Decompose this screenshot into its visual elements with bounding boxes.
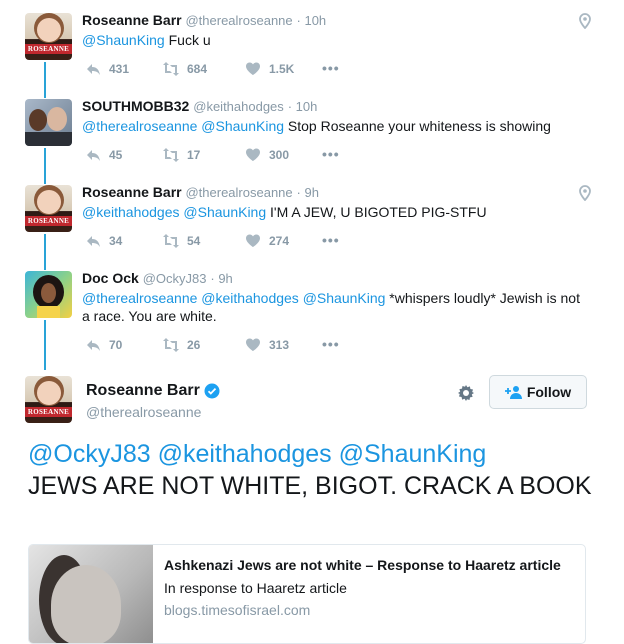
like-button[interactable]: 1.5K [245,61,294,77]
reply-button[interactable]: 34 [85,233,122,249]
heart-icon [246,234,260,247]
mention-link[interactable]: @ShaunKing [201,118,284,134]
reply-button[interactable]: 45 [85,147,122,163]
heart-icon [246,148,260,161]
mention-link[interactable]: @keithahodges [82,204,180,220]
mention-link[interactable]: @ShaunKing [303,290,386,306]
reply-button[interactable]: 431 [85,61,129,77]
avatar[interactable]: ROSEANNE [25,13,72,60]
author-handle[interactable]: @OckyJ83 [143,271,207,286]
retweet-button[interactable]: 54 [163,233,200,249]
card-domain: blogs.timesofisrael.com [164,602,311,618]
timestamp[interactable]: · 10h [297,13,327,28]
retweet-icon [163,234,179,248]
avatar-logo-text: ROSEANNE [25,407,72,417]
mention-link[interactable]: @ShaunKing [82,32,165,48]
timestamp[interactable]: · 9h [297,185,319,200]
link-card[interactable]: Ashkenazi Jews are not white – Response … [28,544,586,644]
avatar[interactable] [25,99,72,146]
card-thumbnail [29,545,153,643]
timestamp[interactable]: · 10h [288,99,318,114]
retweet-icon [163,62,179,76]
tweet-text: @therealroseanne @ShaunKing Stop Roseann… [82,118,551,134]
reply-icon [87,340,100,351]
more-options-icon[interactable]: ••• [322,61,340,75]
more-options-icon[interactable]: ••• [322,337,340,351]
card-title: Ashkenazi Jews are not white – Response … [164,557,561,573]
verified-badge-icon [204,383,220,399]
avatar[interactable] [25,271,72,318]
tweet-text: @keithahodges @ShaunKing I'M A JEW, U BI… [82,204,487,220]
author-name[interactable]: Roseanne Barr [82,184,182,200]
like-button[interactable]: 274 [245,233,289,249]
tweet-text: @OckyJ83 @keithahodges @ShaunKing JEWS A… [28,440,592,500]
more-options-icon[interactable]: ••• [322,147,340,161]
avatar-logo-text: ROSEANNE [25,44,72,54]
mention-links[interactable]: @OckyJ83 @keithahodges @ShaunKing [28,440,486,468]
author-handle[interactable]: @therealroseanne [86,404,201,420]
follow-button[interactable]: Follow [489,375,587,409]
heart-icon [246,338,260,351]
author-name[interactable]: SOUTHMOBB32 [82,98,189,114]
author-name[interactable]: Doc Ock [82,270,139,286]
avatar[interactable]: ROSEANNE [25,376,72,423]
tweet[interactable]: SOUTHMOBB32 @keithahodges · 10h @thereal… [0,86,624,176]
tweet[interactable]: ROSEANNE Roseanne Barr @therealroseanne … [0,172,624,262]
add-user-icon [504,386,522,399]
retweet-button[interactable]: 26 [163,337,200,353]
avatar-logo-text: ROSEANNE [25,216,72,226]
like-button[interactable]: 300 [245,147,289,163]
reply-button[interactable]: 70 [85,337,122,353]
timestamp[interactable]: · 9h [210,271,232,286]
card-description: In response to Haaretz article [164,580,347,596]
mention-link[interactable]: @therealroseanne [82,118,197,134]
tweet-text: @ShaunKing Fuck u [82,32,211,48]
location-pin-icon [579,185,591,201]
more-options-icon[interactable]: ••• [322,233,340,247]
author-handle[interactable]: @therealroseanne [185,185,292,200]
gear-icon[interactable] [456,383,476,403]
tweet[interactable]: ROSEANNE Roseanne Barr @therealroseanne … [0,0,624,90]
reply-icon [87,64,100,75]
tweet-text: @therealroseanne @keithahodges @ShaunKin… [82,290,580,324]
reply-icon [87,150,100,161]
retweet-button[interactable]: 684 [163,61,207,77]
author-name[interactable]: Roseanne Barr [82,12,182,28]
author-handle[interactable]: @therealroseanne [185,13,292,28]
mention-link[interactable]: @keithahodges [201,290,299,306]
location-pin-icon [579,13,591,29]
avatar[interactable]: ROSEANNE [25,185,72,232]
retweet-icon [163,338,179,352]
author-handle[interactable]: @keithahodges [193,99,284,114]
like-button[interactable]: 313 [245,337,289,353]
reply-icon [87,236,100,247]
retweet-button[interactable]: 17 [163,147,200,163]
author-name[interactable]: Roseanne Barr [86,382,220,400]
tweet[interactable]: Doc Ock @OckyJ83 · 9h @therealroseanne @… [0,258,624,368]
heart-icon [246,62,260,75]
mention-link[interactable]: @ShaunKing [183,204,266,220]
mention-link[interactable]: @therealroseanne [82,290,197,306]
retweet-icon [163,148,179,162]
